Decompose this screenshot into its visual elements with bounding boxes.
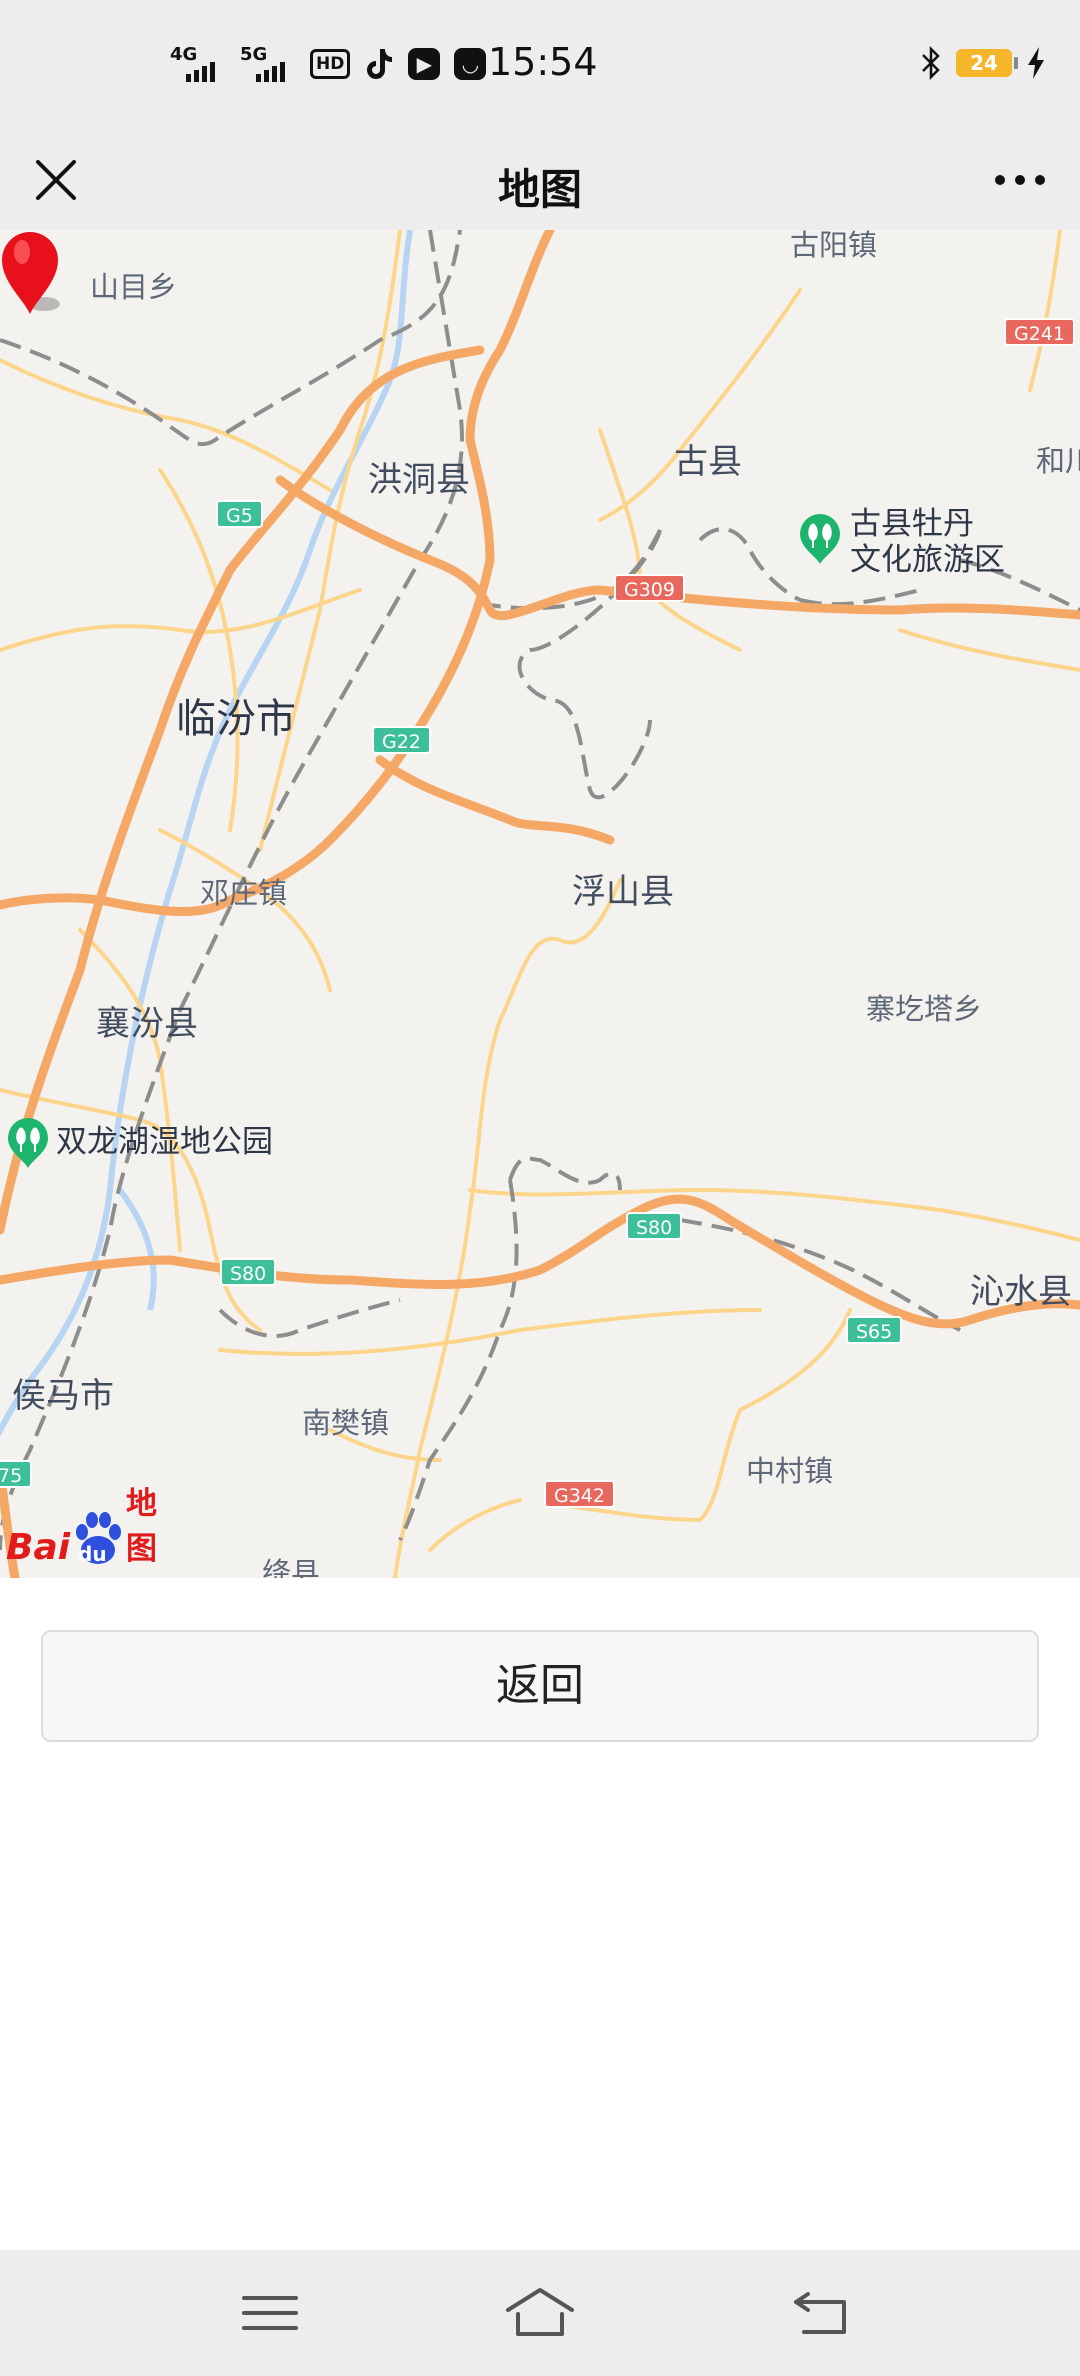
minor-road-layer <box>0 230 1080 1578</box>
place-label-zhongcun: 中村镇 <box>746 1454 834 1488</box>
status-bar: 4G 5G HD ▶ ◡ 15:54 24 <box>0 0 1080 130</box>
place-label-guxian: 古县 <box>674 442 742 482</box>
menu-icon[interactable] <box>230 2278 310 2348</box>
place-label-dengzhuang: 邓庄镇 <box>200 876 288 910</box>
map-view[interactable]: 山目乡 古阳镇 洪洞县 古县 和川 临汾市 邓庄镇 浮山县 寨圪塔乡 襄汾县 沁… <box>0 230 1080 1578</box>
home-icon[interactable] <box>500 2278 580 2348</box>
place-label-he: 和川 <box>1036 444 1080 478</box>
place-label-guyang: 古阳镇 <box>790 230 878 262</box>
hd-voice-badge: HD <box>310 49 351 79</box>
road-shield-g22: G22 <box>372 726 431 754</box>
battery-indicator: 24 <box>956 49 1018 77</box>
road-shield-s75: 75 <box>0 1460 33 1488</box>
place-label-shanmu: 山目乡 <box>90 270 178 304</box>
road-shield-s80-east: S80 <box>626 1212 683 1240</box>
bluetooth-icon <box>922 46 940 80</box>
status-left-icons: 4G 5G HD ▶ ◡ <box>170 44 487 84</box>
baidu-map-logo: Bai du 地图 <box>6 1486 186 1572</box>
status-right-icons: 24 <box>920 46 1046 80</box>
nav-bar: 地图 <box>0 130 1080 230</box>
road-shield-s80-west: S80 <box>220 1258 277 1286</box>
railway-layer <box>0 230 1080 1551</box>
poi-label-mudan-line2: 文化旅游区 <box>850 542 1005 578</box>
location-marker-icon[interactable] <box>0 230 66 322</box>
place-label-qinshui: 沁水县 <box>970 1272 1072 1312</box>
road-shield-g309: G309 <box>614 574 685 602</box>
tiktok-icon <box>367 49 393 79</box>
baidu-logo-bai: Bai <box>6 1527 71 1568</box>
baidu-logo-ditu: 地图 <box>126 1486 157 1567</box>
place-label-linfen: 临汾市 <box>176 696 296 742</box>
system-nav-bar <box>0 2250 1080 2376</box>
signal-5g-icon: 5G <box>240 44 296 84</box>
place-label-nanfan: 南樊镇 <box>302 1406 390 1440</box>
more-button[interactable] <box>984 148 1056 212</box>
park-poi-icon <box>800 514 840 564</box>
baidu-logo-du: du <box>78 1542 107 1566</box>
back-icon[interactable] <box>782 2278 862 2348</box>
charging-icon <box>1028 47 1044 79</box>
map-base-layer <box>0 230 1080 1578</box>
place-label-hongdong: 洪洞县 <box>368 460 470 500</box>
road-shield-g342: G342 <box>544 1480 615 1508</box>
place-label-houma: 侯马市 <box>12 1376 114 1416</box>
more-icon <box>995 175 1045 185</box>
signal-4g-icon: 4G <box>170 44 226 84</box>
page-title: 地图 <box>497 165 582 214</box>
highway-layer <box>0 230 1080 1578</box>
poi-label-mudan[interactable]: 古县牡丹 文化旅游区 <box>850 506 1005 578</box>
poi-label-mudan-line1: 古县牡丹 <box>850 506 974 542</box>
video-icon: ▶ <box>408 48 441 80</box>
place-label-saigeta: 寨圪塔乡 <box>866 992 983 1026</box>
status-clock: 15:54 <box>488 40 598 84</box>
road-shield-g5: G5 <box>216 500 263 528</box>
place-label-fushan: 浮山县 <box>572 872 674 912</box>
back-button[interactable]: 返回 <box>41 1630 1039 1742</box>
place-label-jiangxian: 绛县 <box>262 1556 321 1578</box>
mail-icon: ◡ <box>454 48 487 80</box>
poi-label-shuanglong[interactable]: 双龙湖湿地公园 <box>56 1124 273 1160</box>
road-shield-g241: G241 <box>1004 318 1075 346</box>
place-label-xiangfen: 襄汾县 <box>96 1004 198 1044</box>
park-poi-icon <box>8 1118 48 1168</box>
road-shield-s65: S65 <box>846 1316 903 1344</box>
